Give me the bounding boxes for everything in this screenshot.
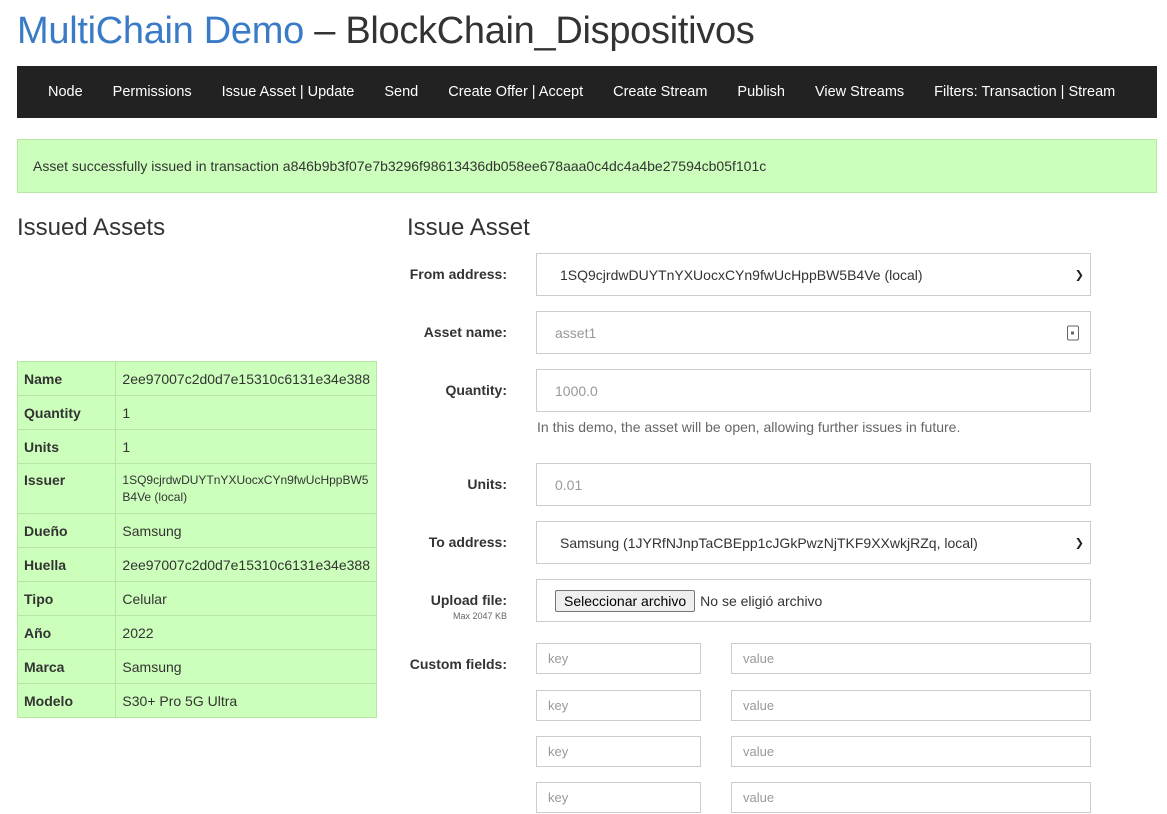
- from-address-select[interactable]: 1SQ9cjrdwDUYTnYXUocxCYn9fwUcHppBW5B4Ve (…: [536, 253, 1091, 296]
- custom-value-input[interactable]: value: [731, 782, 1091, 813]
- table-row: Name 2ee97007c2d0d7e15310c6131e34e388: [16, 361, 377, 396]
- row-value: 2022: [115, 615, 377, 650]
- asset-name-input[interactable]: asset1: [536, 311, 1091, 354]
- custom-value-input[interactable]: value: [731, 643, 1091, 674]
- chevron-down-icon: ❯: [1074, 537, 1084, 549]
- row-key: Tipo: [16, 581, 117, 616]
- key-placeholder: key: [548, 698, 569, 713]
- chevron-down-icon: ❯: [1074, 269, 1084, 281]
- table-row: Año 2022: [16, 615, 377, 650]
- row-value: S30+ Pro 5G Ultra: [115, 683, 377, 718]
- custom-key-input[interactable]: key: [536, 782, 701, 813]
- row-key: Quantity: [16, 395, 117, 430]
- nav-create-stream[interactable]: Create Stream: [598, 84, 722, 100]
- table-row: Quantity 1: [16, 395, 377, 430]
- upload-file-label: Upload file: Max 2047 KB: [347, 592, 507, 621]
- upload-file-input[interactable]: Seleccionar archivo No se eligió archivo: [536, 579, 1091, 622]
- key-placeholder: key: [548, 651, 569, 666]
- row-key: Modelo: [16, 683, 117, 718]
- row-value: 1SQ9cjrdwDUYTnYXUocxCYn9fwUcHppBW5B4Ve (…: [115, 463, 377, 514]
- from-address-label: From address:: [409, 266, 507, 282]
- row-value: Samsung: [115, 513, 377, 548]
- value-placeholder: value: [743, 698, 775, 713]
- quantity-placeholder: 1000.0: [555, 382, 598, 399]
- to-address-select[interactable]: Samsung (1JYRfNJnpTaCBEpp1cJGkPwzNjTKF9X…: [536, 521, 1091, 564]
- nav-issue-asset[interactable]: Issue Asset | Update: [207, 84, 370, 100]
- from-address-value: 1SQ9cjrdwDUYTnYXUocxCYn9fwUcHppBW5B4Ve (…: [560, 266, 923, 283]
- success-alert: Asset successfully issued in transaction…: [17, 139, 1157, 193]
- password-manager-icon[interactable]: [1067, 325, 1079, 340]
- page-title: MultiChain Demo – BlockChain_Dispositivo…: [17, 10, 755, 53]
- quantity-input[interactable]: 1000.0: [536, 369, 1091, 412]
- table-row: Marca Samsung: [16, 649, 377, 684]
- value-placeholder: value: [743, 651, 775, 666]
- row-key: Dueño: [16, 513, 117, 548]
- chain-name: BlockChain_Dispositivos: [345, 10, 755, 52]
- to-address-label: To address:: [428, 534, 507, 550]
- row-key: Issuer: [16, 463, 117, 514]
- row-value: 2ee97007c2d0d7e15310c6131e34e388: [115, 547, 377, 582]
- nav-filters[interactable]: Filters: Transaction | Stream: [919, 84, 1130, 100]
- quantity-help-text: In this demo, the asset will be open, al…: [537, 419, 961, 435]
- row-value: 1: [115, 429, 377, 464]
- key-placeholder: key: [548, 744, 569, 759]
- table-row: Modelo S30+ Pro 5G Ultra: [16, 683, 377, 718]
- row-value: 2ee97007c2d0d7e15310c6131e34e388: [115, 361, 377, 396]
- table-row: Issuer 1SQ9cjrdwDUYTnYXUocxCYn9fwUcHppBW5…: [16, 463, 377, 514]
- row-key: Units: [16, 429, 117, 464]
- issue-asset-heading: Issue Asset: [407, 214, 530, 241]
- nav-view-streams[interactable]: View Streams: [800, 84, 919, 100]
- custom-key-input[interactable]: key: [536, 643, 701, 674]
- issued-asset-table: Name 2ee97007c2d0d7e15310c6131e34e388 Qua…: [16, 361, 377, 718]
- asset-name-placeholder: asset1: [555, 324, 597, 341]
- custom-key-input[interactable]: key: [536, 736, 701, 767]
- row-key: Name: [16, 361, 117, 396]
- units-input[interactable]: 0.01: [536, 463, 1091, 506]
- units-label: Units:: [467, 476, 507, 492]
- row-value: Samsung: [115, 649, 377, 684]
- nav-publish[interactable]: Publish: [722, 84, 800, 100]
- custom-key-input[interactable]: key: [536, 690, 701, 721]
- asset-name-label: Asset name:: [423, 324, 507, 340]
- upload-file-label-text: Upload file:: [430, 592, 507, 608]
- file-status: No se eligió archivo: [700, 592, 823, 609]
- table-row: Huella 2ee97007c2d0d7e15310c6131e34e388: [16, 547, 377, 582]
- row-key: Huella: [16, 547, 117, 582]
- custom-value-input[interactable]: value: [731, 690, 1091, 721]
- row-key: Marca: [16, 649, 117, 684]
- title-separator: –: [303, 10, 346, 52]
- custom-value-input[interactable]: value: [731, 736, 1091, 767]
- key-placeholder: key: [548, 790, 569, 805]
- units-placeholder: 0.01: [555, 476, 583, 493]
- value-placeholder: value: [743, 790, 775, 805]
- row-value: Celular: [115, 581, 377, 616]
- main-navbar: Node Permissions Issue Asset | Update Se…: [17, 66, 1157, 118]
- to-address-value: Samsung (1JYRfNJnpTaCBEpp1cJGkPwzNjTKF9X…: [560, 534, 978, 551]
- row-value: 1: [115, 395, 377, 430]
- choose-file-button[interactable]: Seleccionar archivo: [555, 589, 696, 612]
- nav-send[interactable]: Send: [369, 84, 433, 100]
- brand-link[interactable]: MultiChain Demo: [17, 10, 304, 52]
- nav-permissions[interactable]: Permissions: [98, 84, 207, 100]
- table-row: Units 1: [16, 429, 377, 464]
- table-row: Tipo Celular: [16, 581, 377, 616]
- custom-fields-label: Custom fields:: [409, 656, 507, 672]
- quantity-label: Quantity:: [445, 382, 507, 398]
- issued-assets-heading: Issued Assets: [17, 214, 166, 241]
- alert-text: Asset successfully issued in transaction…: [33, 158, 767, 174]
- nav-create-offer[interactable]: Create Offer | Accept: [433, 84, 598, 100]
- row-key: Año: [16, 615, 117, 650]
- table-row: Dueño Samsung: [16, 513, 377, 548]
- nav-node[interactable]: Node: [33, 84, 98, 100]
- value-placeholder: value: [743, 744, 775, 759]
- upload-size-hint: Max 2047 KB: [452, 611, 507, 621]
